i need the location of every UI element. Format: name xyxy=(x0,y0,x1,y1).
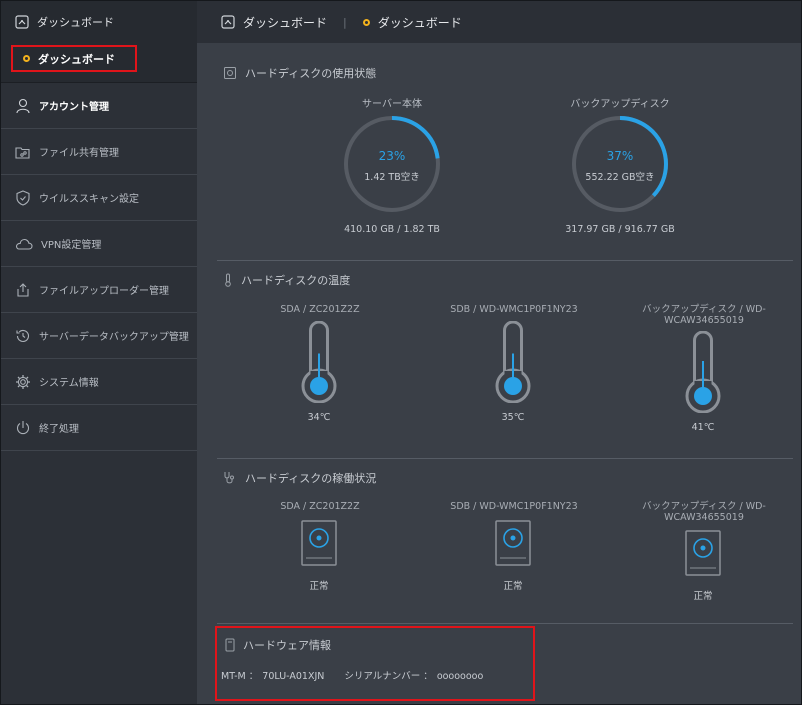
status-section-title: ハードディスクの稼働状況 xyxy=(223,470,376,486)
model-label: MT-M ： xyxy=(221,671,259,682)
cloud-icon xyxy=(15,238,33,250)
power-icon xyxy=(16,420,30,434)
header-bar: ダッシュボード | ダッシュボード xyxy=(197,1,801,43)
user-icon xyxy=(16,98,30,113)
sidebar-item-label: ウイルススキャン設定 xyxy=(39,194,139,205)
breadcrumb-current: ダッシュボード xyxy=(377,15,462,30)
sidebar-item-system-info[interactable]: システム情報 xyxy=(1,359,197,405)
server-usage-capacity: 410.10 GB / 1.82 TB xyxy=(344,224,440,235)
sidebar-subitem-label: ダッシュボード xyxy=(38,52,115,66)
temp-disk-label-sda: SDA / ZC201Z2Z xyxy=(280,304,360,315)
sidebar-item-label: VPN設定管理 xyxy=(41,240,102,251)
sidebar-item-virus-scan[interactable]: ウイルススキャン設定 xyxy=(1,175,197,221)
hardware-title-text: ハードウェア情報 xyxy=(243,639,331,652)
mercury-bar xyxy=(702,361,704,391)
history-icon xyxy=(16,329,30,342)
sidebar-item-label: システム情報 xyxy=(39,378,99,389)
sidebar-item-label: アカウント管理 xyxy=(39,102,109,113)
serial-value: oooooooo xyxy=(436,671,484,682)
mercury-bulb xyxy=(694,387,712,405)
sidebar-item-account[interactable]: アカウント管理 xyxy=(1,83,197,129)
section-divider xyxy=(217,260,793,261)
temp-disk-label-sdb: SDB / WD-WMC1P0F1NY23 xyxy=(450,304,578,315)
upload-icon xyxy=(17,282,29,297)
thermometer-sda xyxy=(301,321,337,403)
server-icon xyxy=(225,638,235,652)
dashboard-icon xyxy=(15,15,29,29)
status-disk-label-backup: バックアップディスク / WD-WCAW34655019 xyxy=(642,501,766,523)
dashboard-icon xyxy=(221,15,235,29)
temp-disk-label-backup: バックアップディスク / WD-WCAW34655019 xyxy=(642,304,766,326)
section-divider xyxy=(217,458,793,459)
mercury-bar xyxy=(318,353,320,381)
sidebar: ダッシュボード ダッシュボード アカウント管理 ファイル共有管理 ウイルススキャ… xyxy=(1,1,197,704)
thermometer-backup xyxy=(685,331,721,413)
active-dot-icon xyxy=(23,55,30,62)
header-separator: | xyxy=(343,15,347,29)
backup-usage-ring xyxy=(572,116,668,212)
hardware-section-title: ハードウェア情報 xyxy=(225,637,331,653)
thermometer-icon xyxy=(225,273,231,287)
backup-usage-label: バックアップディスク xyxy=(570,99,670,110)
temp-value-backup: 41℃ xyxy=(691,422,715,433)
hardware-info-panel: ハードウェア情報 MT-M ： 70LU-A01XJN シリアルナンバー ： oooo… xyxy=(215,626,535,701)
sidebar-item-vpn[interactable]: VPN設定管理 xyxy=(1,221,197,267)
serial-label: シリアルナンバー ： xyxy=(344,671,433,682)
server-usage-ring xyxy=(344,116,440,212)
temperature-title-text: ハードディスクの温度 xyxy=(241,274,351,287)
mercury-bar xyxy=(512,353,514,381)
backup-usage-free: 552.22 GB空き xyxy=(585,172,655,183)
hardware-info-line: MT-M ： 70LU-A01XJN シリアルナンバー ： oooooooo xyxy=(221,668,487,682)
section-divider xyxy=(217,623,793,624)
gear-icon xyxy=(16,374,30,389)
stethoscope-icon xyxy=(224,472,234,484)
hdd-icon-backup xyxy=(685,530,721,576)
sidebar-item-label: ファイル共有管理 xyxy=(39,148,119,159)
temperature-section-title: ハードディスクの温度 xyxy=(223,272,350,288)
backup-usage-percent: 37% xyxy=(606,149,634,163)
header-title-text: ダッシュボード xyxy=(243,15,328,30)
sidebar-item-label: ダッシュボード xyxy=(37,16,114,29)
status-title-text: ハードディスクの稼働状況 xyxy=(245,472,377,485)
server-usage-free: 1.42 TB空き xyxy=(364,172,420,183)
temp-value-sda: 34℃ xyxy=(307,412,331,423)
sidebar-item-dashboard[interactable]: ダッシュボード xyxy=(15,11,114,33)
sidebar-item-backup[interactable]: サーバーデータバックアップ管理 xyxy=(1,313,197,359)
thermometer-sdb xyxy=(495,321,531,403)
hdd-icon xyxy=(224,67,236,79)
status-value-sda: 正常 xyxy=(309,581,329,592)
folder-share-icon xyxy=(15,146,30,159)
sidebar-item-file-uploader[interactable]: ファイルアップローダー管理 xyxy=(1,267,197,313)
model-value: 70LU-A01XJN xyxy=(262,671,325,682)
main-content: ハードディスクの使用状態 サーバー本体 23% 1.42 TB空き 410.10… xyxy=(197,43,801,704)
active-dot-icon xyxy=(362,18,370,26)
usage-title-text: ハードディスクの使用状態 xyxy=(245,67,377,80)
status-value-backup: 正常 xyxy=(693,591,713,602)
server-usage-label: サーバー本体 xyxy=(362,99,422,110)
status-disk-label-sda: SDA / ZC201Z2Z xyxy=(280,501,360,512)
status-value-sdb: 正常 xyxy=(503,581,523,592)
sidebar-item-label: 終了処理 xyxy=(39,424,79,435)
hdd-icon-sdb xyxy=(495,520,531,566)
backup-usage-capacity: 317.97 GB / 916.77 GB xyxy=(565,224,675,235)
shield-icon xyxy=(16,189,30,206)
status-disk-label-sdb: SDB / WD-WMC1P0F1NY23 xyxy=(450,501,578,512)
sidebar-subitem-dashboard[interactable]: ダッシュボード xyxy=(11,45,137,72)
mercury-bulb xyxy=(310,377,328,395)
temp-value-sdb: 35℃ xyxy=(501,412,525,423)
sidebar-header: ダッシュボード ダッシュボード xyxy=(1,1,197,83)
sidebar-item-label: ファイルアップローダー管理 xyxy=(39,286,169,297)
mercury-bulb xyxy=(504,377,522,395)
sidebar-item-label: サーバーデータバックアップ管理 xyxy=(39,332,189,343)
sidebar-item-shutdown[interactable]: 終了処理 xyxy=(1,405,197,451)
hdd-icon-sda xyxy=(301,520,337,566)
server-usage-percent: 23% xyxy=(378,149,406,163)
breadcrumb: ダッシュボード xyxy=(362,14,462,31)
sidebar-item-file-share[interactable]: ファイル共有管理 xyxy=(1,129,197,175)
header-title: ダッシュボード xyxy=(221,14,327,31)
usage-section-title: ハードディスクの使用状態 xyxy=(223,65,376,81)
